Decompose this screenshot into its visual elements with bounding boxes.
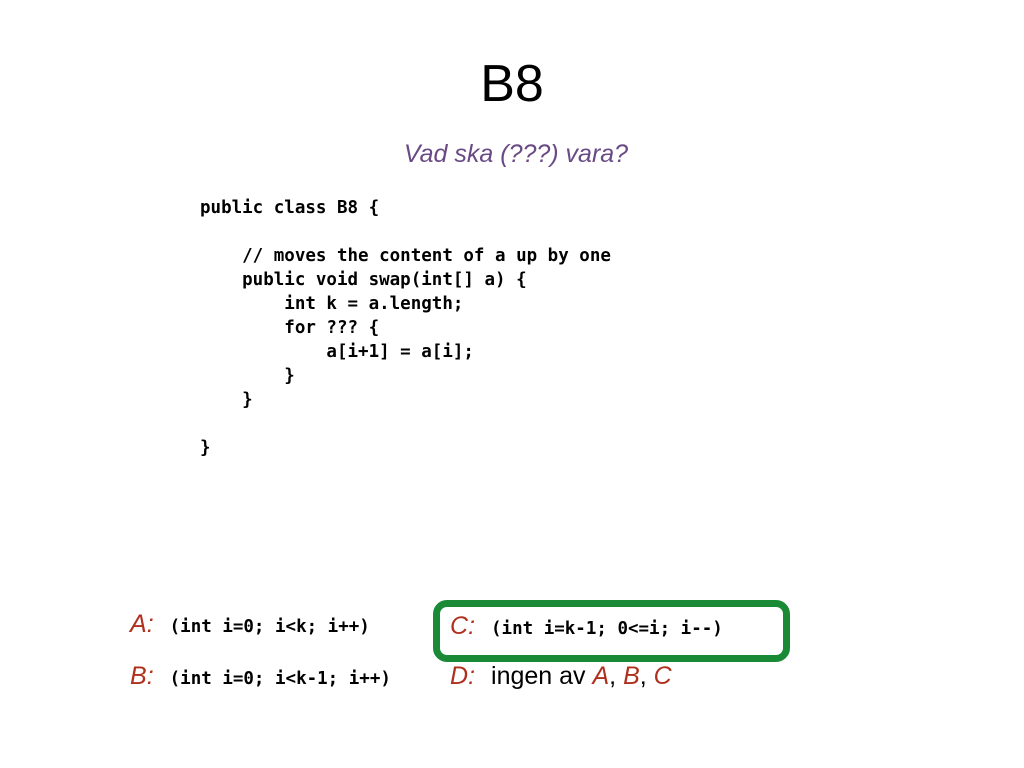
code-line: // moves the content of a up by one (200, 246, 611, 266)
option-ref-c: C (653, 662, 672, 690)
code-line: public class B8 { (200, 198, 380, 218)
option-ref-b: B (623, 662, 640, 690)
option-text: (int i=0; i<k; i++) (169, 617, 370, 637)
option-colon: : (468, 662, 476, 690)
option-text: (int i=0; i<k-1; i++) (169, 669, 391, 689)
option-letter: B (130, 662, 147, 690)
code-line: for ??? { (200, 318, 380, 338)
slide-title: B8 (480, 55, 544, 113)
code-line: } (200, 390, 253, 410)
separator: , (609, 662, 624, 690)
option-colon: : (146, 662, 154, 690)
option-colon: : (146, 610, 154, 638)
option-letter: C (450, 612, 469, 640)
option-b: B: (int i=0; i<k-1; i++) (130, 662, 391, 691)
separator: , (639, 662, 654, 690)
code-line: } (200, 366, 295, 386)
code-line: } (200, 438, 211, 458)
option-text: ingen av (491, 662, 593, 690)
code-block: public class B8 { // moves the content o… (200, 196, 611, 460)
slide-subtitle: Vad ska (???) vara? (403, 140, 629, 168)
option-colon: : (468, 612, 476, 640)
option-a: A: (int i=0; i<k; i++) (130, 610, 370, 639)
option-letter: A (130, 610, 147, 638)
code-line: public void swap(int[] a) { (200, 270, 527, 290)
option-d: D: ingen av A, B, C (450, 662, 672, 691)
code-line: int k = a.length; (200, 294, 464, 314)
code-line: a[i+1] = a[i]; (200, 342, 474, 362)
option-ref-a: A (592, 662, 610, 690)
option-c: C: (int i=k-1; 0<=i; i--) (450, 612, 723, 641)
option-text: (int i=k-1; 0<=i; i--) (491, 619, 723, 639)
option-letter: D (450, 662, 469, 690)
